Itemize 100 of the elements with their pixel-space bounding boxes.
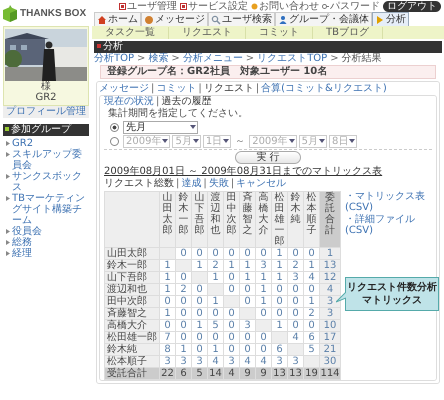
callout-text: マトリックス	[362, 294, 422, 307]
tab-separator: |	[175, 178, 180, 190]
row-header: 鈴木純	[104, 344, 160, 356]
table-cell: 0	[192, 308, 208, 320]
table-cell: 1	[272, 260, 288, 272]
logout-button[interactable]: ログアウト	[383, 0, 441, 12]
group-link[interactable]: 総務	[12, 237, 32, 248]
type-tab[interactable]: 合算(コミット&リクエスト)	[261, 83, 387, 95]
period-dropdown[interactable]: 先月	[123, 120, 198, 134]
table-cell: 0	[288, 308, 304, 320]
radio-button[interactable]	[110, 122, 119, 132]
row-header: 斉藤智之	[104, 308, 160, 320]
column-header: 松本順子	[304, 192, 320, 248]
table-cell: 1	[272, 248, 288, 260]
type-tab[interactable]: メッセージ	[99, 83, 149, 95]
filter-tab[interactable]: 失敗	[208, 178, 229, 190]
breadcrumb-separator: >	[136, 53, 146, 65]
column-header: 高橋大介	[256, 192, 272, 248]
header-link[interactable]: ユーザ管理	[127, 0, 177, 12]
bullet-icon	[6, 174, 10, 179]
table-cell: 0	[224, 320, 240, 332]
row-header: 松田雄一郎	[104, 332, 160, 344]
table-cell: 0	[240, 284, 256, 296]
column-header: 渡辺和也	[208, 192, 224, 248]
range-separator: ～	[234, 135, 246, 148]
table-cell: 0	[288, 248, 304, 260]
row-header: 山下吾郎	[104, 272, 160, 284]
nav-tab[interactable]: グループ・会議体	[275, 12, 372, 26]
download-link[interactable]: ・詳細ファイル(CSV)	[345, 214, 439, 236]
group-link[interactable]: GR2	[12, 138, 34, 149]
table-cell: 7	[160, 332, 176, 344]
tab-separator: |	[254, 83, 260, 95]
tab-separator: |	[202, 178, 208, 190]
row-header: 受託合計	[104, 368, 160, 380]
table-cell: 0	[288, 296, 304, 308]
table-cell: 2	[288, 260, 304, 272]
breadcrumb-link[interactable]: リクエストTOP	[257, 53, 328, 65]
group-link[interactable]: スキルアップ委員会	[12, 149, 89, 171]
group-link[interactable]: 役員会	[12, 226, 42, 237]
column-header: 鈴木一郎	[176, 192, 192, 248]
table-cell: 0	[208, 332, 224, 344]
header-link[interactable]: お問い合わせ	[259, 0, 319, 12]
header-link[interactable]: サービス設定	[188, 0, 248, 12]
section-header: 分析	[94, 41, 442, 53]
filter-tab[interactable]: リクエスト総数	[104, 178, 174, 190]
group-link[interactable]: 経理	[12, 248, 32, 259]
table-cell: 1	[192, 320, 208, 332]
run-button[interactable]: 実 行	[235, 151, 301, 164]
bullet-icon	[6, 152, 10, 157]
column-header: 斉藤智之	[240, 192, 256, 248]
table-cell: 1	[208, 344, 224, 356]
table-cell: 0	[176, 320, 192, 332]
subnav-link[interactable]: TBブログ	[313, 26, 383, 38]
matrix-title: 2009年08月01日 ～ 2009年08月31日までのマトリックス表	[104, 166, 384, 178]
header-link[interactable]: パスワード	[330, 0, 380, 12]
subnav-link[interactable]: タスク一覧	[92, 26, 169, 38]
nav-tab[interactable]: ユーザ検索	[208, 12, 275, 26]
breadcrumb-link[interactable]: 検索	[148, 53, 168, 65]
logo-text: THANKS BOX	[20, 8, 86, 18]
status-tab[interactable]: 過去の履歴	[161, 96, 212, 108]
nav-tab[interactable]: 分析	[372, 12, 409, 26]
table-cell: 0	[240, 332, 256, 344]
bullet-icon	[6, 141, 10, 146]
table-cell: 5	[208, 320, 224, 332]
table-cell: 1	[176, 344, 192, 356]
row-header: 鈴木一郎	[104, 260, 160, 272]
filter-tab[interactable]: 達成	[181, 178, 202, 190]
group-info: 登録グループ名：GR2社員 対象ユーザー 10名	[100, 65, 436, 79]
status-tab[interactable]: 現在の状況	[104, 96, 154, 108]
cube-logo-icon	[2, 4, 18, 22]
table-cell: 0	[256, 344, 272, 356]
breadcrumb-link[interactable]: 分析TOP	[94, 53, 134, 65]
table-cell: 0	[160, 320, 176, 332]
column-header: 田中次郎	[224, 192, 240, 248]
breadcrumb-separator: >	[329, 53, 340, 65]
filter-tab[interactable]: キャンセル	[236, 178, 286, 190]
table-cell: 1	[240, 272, 256, 284]
table-cell: 1	[224, 260, 240, 272]
breadcrumb-link[interactable]: 分析メニュー	[182, 53, 243, 65]
nav-tab[interactable]: メッセージ	[141, 12, 208, 26]
groups-header: 参加グループ	[3, 124, 89, 136]
table-cell: 0	[176, 296, 192, 308]
nav-tab[interactable]: ホーム	[94, 12, 141, 26]
subnav-link[interactable]: コミット	[246, 26, 313, 38]
type-tab[interactable]: コミット	[156, 83, 196, 95]
table-cell: 0	[160, 296, 176, 308]
bullet-icon	[6, 251, 10, 256]
type-tab[interactable]: リクエスト	[204, 83, 254, 95]
row-header: 渡辺和也	[104, 284, 160, 296]
breadcrumb-current: 分析結果	[342, 53, 382, 65]
column-header: 山下吾郎	[192, 192, 208, 248]
table-cell: 1	[256, 272, 272, 284]
download-link[interactable]: ・マトリックス表(CSV)	[345, 191, 439, 213]
group-link[interactable]: TBマーケティングサイト構築チーム	[12, 193, 89, 226]
group-link[interactable]: サンクスボックス	[12, 171, 89, 193]
period-prompt: 集計期間を指定してください。	[107, 108, 249, 120]
table-cell: 1	[272, 272, 288, 284]
subnav-link[interactable]: リクエスト	[169, 26, 246, 38]
table-cell: 0	[192, 332, 208, 344]
profile-link[interactable]: プロフィール管理	[3, 106, 89, 118]
